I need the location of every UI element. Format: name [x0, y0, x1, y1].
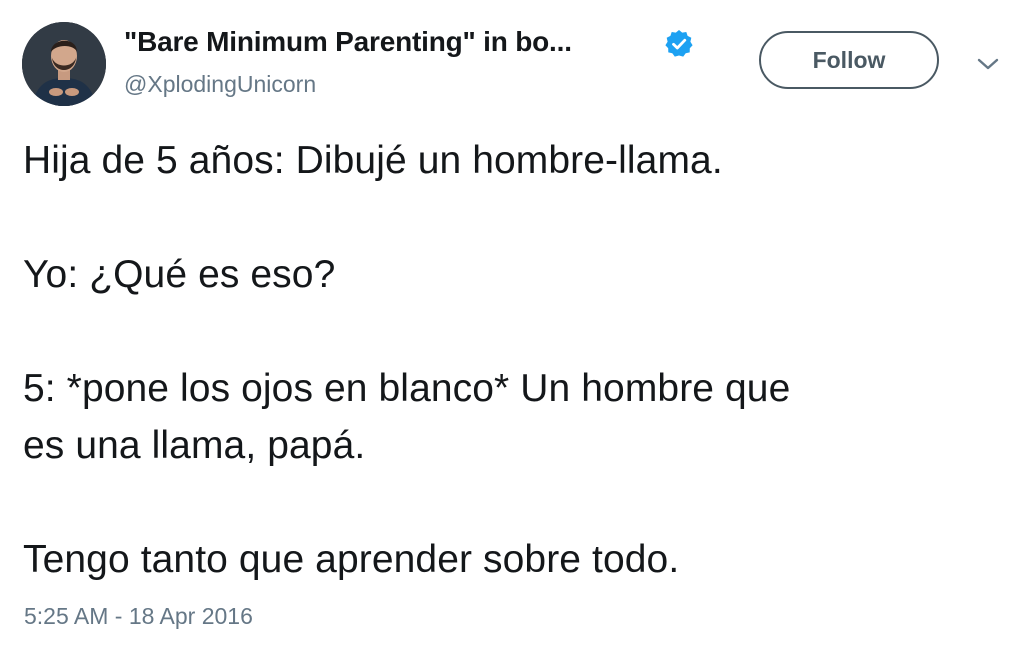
- tweet-text: Hija de 5 años: Dibujé un hombre-llama. …: [23, 132, 993, 588]
- tweet-line: 5: *pone los ojos en blanco* Un hombre q…: [23, 367, 791, 410]
- avatar-photo-icon: [22, 22, 106, 106]
- tweet-line: es una llama, papá.: [23, 424, 366, 467]
- tweet-card: "Bare Minimum Parenting" in bo... @Xplod…: [0, 0, 1009, 648]
- user-handle[interactable]: @XplodingUnicorn: [124, 71, 316, 98]
- verified-badge-icon: [665, 30, 693, 57]
- tweet-line: Tengo tanto que aprender sobre todo.: [23, 538, 680, 581]
- tweet-line: Yo: ¿Qué es eso?: [23, 253, 336, 296]
- display-name[interactable]: "Bare Minimum Parenting" in bo...: [124, 26, 572, 58]
- tweet-timestamp[interactable]: 5:25 AM - 18 Apr 2016: [24, 603, 253, 630]
- avatar[interactable]: [22, 22, 106, 106]
- chevron-down-icon[interactable]: [974, 52, 1002, 76]
- tweet-line: Hija de 5 años: Dibujé un hombre-llama.: [23, 139, 723, 182]
- follow-button[interactable]: Follow: [759, 31, 939, 89]
